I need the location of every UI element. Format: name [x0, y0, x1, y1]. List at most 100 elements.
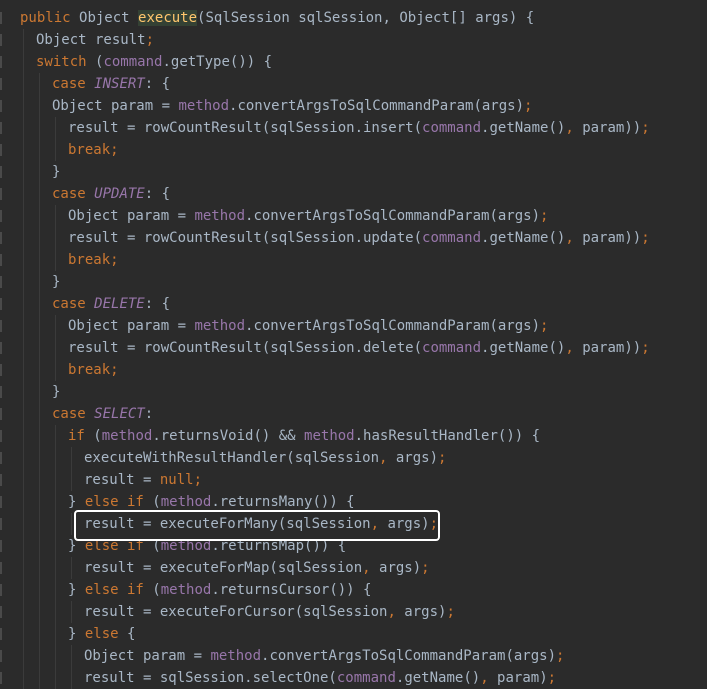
indent-guide [55, 227, 56, 249]
code-line[interactable]: result = executeForMap(sqlSession, args)… [0, 557, 707, 579]
code-line[interactable]: result = rowCountResult(sqlSession.updat… [0, 227, 707, 249]
code-line[interactable]: break; [0, 249, 707, 271]
code-token: args) [379, 560, 422, 576]
code-token: , [565, 340, 583, 356]
code-line[interactable]: break; [0, 139, 707, 161]
code-line[interactable]: Object result; [0, 29, 707, 51]
code-token: } [52, 164, 61, 180]
code-token: .convertArgsToSqlCommandParam(args) [245, 318, 541, 334]
code-token: executeWithResultHandler(sqlSession [84, 450, 380, 466]
code-token: : { [144, 186, 171, 202]
code-line[interactable]: result = executeForCursor(sqlSession, ar… [0, 601, 707, 623]
code-text: break; [68, 249, 119, 271]
indent-guide [55, 535, 56, 557]
code-token: , [387, 604, 405, 620]
indent-guide [39, 293, 40, 315]
code-text: Object param = method.convertArgsToSqlCo… [68, 315, 548, 337]
code-line[interactable]: executeWithResultHandler(sqlSession, arg… [0, 447, 707, 469]
code-line[interactable]: result = sqlSession.selectOne(command.ge… [0, 667, 707, 689]
code-line[interactable]: Object param = method.convertArgsToSqlCo… [0, 645, 707, 667]
code-token: , [362, 560, 380, 576]
code-text: case SELECT: [52, 403, 153, 425]
gutter-fold-marker [0, 122, 2, 134]
code-token: case [52, 296, 95, 312]
code-line[interactable]: } else if (method.returnsMany()) { [0, 491, 707, 513]
code-token: .returnsMany()) { [211, 494, 355, 510]
code-text: result = rowCountResult(sqlSession.delet… [68, 337, 650, 359]
code-line[interactable]: break; [0, 359, 707, 381]
code-text: executeWithResultHandler(sqlSession, arg… [84, 447, 446, 469]
code-line[interactable]: } else { [0, 623, 707, 645]
code-text: break; [68, 139, 119, 161]
code-line[interactable]: result = executeForMany(sqlSession, args… [0, 513, 707, 535]
code-token: param) [497, 670, 548, 686]
indent-guide [55, 447, 56, 469]
code-token: command [422, 120, 482, 136]
code-line[interactable]: Object param = method.convertArgsToSqlCo… [0, 95, 707, 117]
code-token: ; [429, 516, 439, 532]
code-line[interactable]: case SELECT: [0, 403, 707, 425]
indent-guide [39, 645, 40, 667]
code-line[interactable]: } [0, 161, 707, 183]
code-text: } [52, 381, 60, 403]
code-line[interactable]: if (method.returnsVoid() && method.hasRe… [0, 425, 707, 447]
code-token: } [52, 384, 61, 400]
code-token: else [84, 626, 128, 642]
code-token: ; [438, 450, 447, 466]
gutter-fold-marker [0, 78, 2, 90]
code-text: if (method.returnsVoid() && method.hasRe… [68, 425, 540, 447]
code-line[interactable]: result = null; [0, 469, 707, 491]
code-token: ; [641, 120, 650, 136]
code-editor[interactable]: public Object execute(SqlSession sqlSess… [0, 0, 707, 689]
indent-guide [39, 623, 40, 645]
code-line[interactable]: } else if (method.returnsCursor()) { [0, 579, 707, 601]
code-token: break; [68, 362, 119, 378]
code-line[interactable]: } else if (method.returnsMap()) { [0, 535, 707, 557]
indent-guide [39, 117, 40, 139]
code-text: Object param = method.convertArgsToSqlCo… [68, 205, 548, 227]
indent-guide [39, 359, 40, 381]
code-line[interactable]: public Object execute(SqlSession sqlSess… [0, 7, 707, 29]
code-text: } else { [68, 623, 135, 645]
code-token: : { [144, 76, 171, 92]
gutter-fold-marker [0, 232, 2, 244]
indent-guide [39, 183, 40, 205]
indent-guide [23, 315, 24, 337]
indent-guide [39, 601, 40, 623]
indent-guide [55, 579, 56, 601]
code-line[interactable]: Object param = method.convertArgsToSqlCo… [0, 205, 707, 227]
gutter-fold-marker [0, 386, 2, 398]
code-token: command [336, 670, 396, 686]
code-line[interactable]: result = rowCountResult(sqlSession.delet… [0, 337, 707, 359]
code-token: case [52, 186, 95, 202]
indent-guide [55, 491, 56, 513]
indent-guide [39, 337, 40, 359]
indent-guide [23, 51, 24, 73]
code-token: DELETE [94, 296, 145, 312]
code-token: .hasResultHandler()) { [354, 428, 541, 444]
code-token: else if [84, 538, 153, 554]
code-token: .returnsMap()) { [211, 538, 347, 554]
code-line[interactable]: case DELETE: { [0, 293, 707, 315]
code-token: ; [145, 32, 155, 48]
code-token: public [20, 10, 80, 26]
code-line[interactable]: } [0, 381, 707, 403]
indent-guide [39, 381, 40, 403]
code-text: Object result; [36, 29, 154, 51]
gutter-fold-marker [0, 650, 2, 662]
code-text: case UPDATE: { [52, 183, 170, 205]
code-token: (SqlSession sqlSession, Object[] args) { [197, 10, 535, 26]
code-line[interactable]: } [0, 271, 707, 293]
code-line[interactable]: case UPDATE: { [0, 183, 707, 205]
code-token: result = executeForMany(sqlSession [84, 516, 371, 532]
code-line[interactable]: Object param = method.convertArgsToSqlCo… [0, 315, 707, 337]
code-token: method [160, 582, 212, 598]
code-line[interactable]: result = rowCountResult(sqlSession.inser… [0, 117, 707, 139]
code-token: ; [641, 340, 650, 356]
code-line[interactable]: case INSERT: { [0, 73, 707, 95]
code-line[interactable]: switch (command.getType()) { [0, 51, 707, 73]
indent-guide [55, 139, 56, 161]
indent-guide [23, 161, 24, 183]
indent-guide [39, 557, 40, 579]
indent-guide [55, 623, 56, 645]
